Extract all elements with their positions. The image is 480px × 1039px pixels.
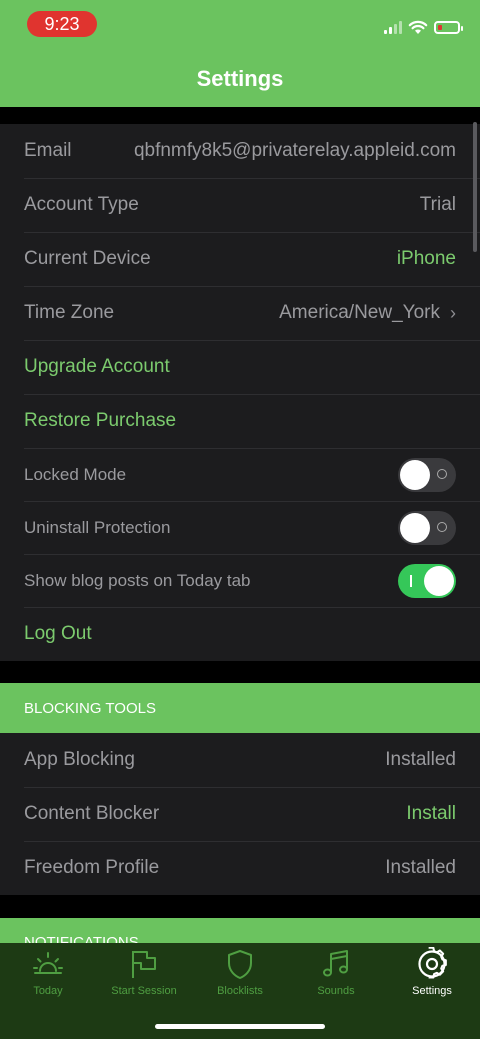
restore-purchase-button[interactable]: Restore Purchase [0,394,480,448]
content-blocker-row[interactable]: Content Blocker Install [0,787,480,841]
locked-mode-label: Locked Mode [24,464,127,484]
account-type-value: Trial [419,194,456,215]
status-time: 9:23 [27,11,97,37]
app-blocking-value: Installed [385,749,456,770]
wifi-icon [408,20,428,34]
time-zone-row[interactable]: Time Zone America/New_York › [0,286,480,340]
log-out-button[interactable]: Log Out [0,607,480,661]
locked-mode-toggle[interactable] [398,457,456,492]
tab-start-session-label: Start Session [111,985,177,997]
status-icons [384,18,463,36]
uninstall-protection-row: Uninstall Protection [0,501,480,554]
time-zone-label: Time Zone [24,302,115,323]
sunrise-icon [33,952,63,974]
locked-mode-row: Locked Mode [0,448,480,501]
content-blocker-label: Content Blocker [24,803,160,824]
upgrade-account-label: Upgrade Account [24,356,170,377]
page-title: Settings [196,66,284,91]
gear-icon [418,947,447,979]
tab-today[interactable]: Today [0,947,96,997]
account-type-row: Account Type Trial [0,178,480,232]
uninstall-protection-label: Uninstall Protection [24,517,171,537]
freedom-profile-value: Installed [385,857,456,878]
tab-settings[interactable]: Settings [384,947,480,997]
app-blocking-row[interactable]: App Blocking Installed [0,733,480,787]
restore-purchase-label: Restore Purchase [24,410,177,431]
music-note-icon [323,950,348,977]
tab-blocklists-label: Blocklists [217,985,263,997]
app-blocking-label: App Blocking [24,749,135,770]
blog-posts-toggle[interactable] [398,563,456,598]
email-row: Email qbfnmfy8k5@privaterelay.appleid.co… [0,124,480,178]
blocking-tools-header: BLOCKING TOOLS [0,683,480,733]
current-device-value: iPhone [396,248,456,269]
email-label: Email [24,140,72,161]
flag-icon [132,951,156,978]
battery-icon [434,20,463,34]
uninstall-protection-toggle[interactable] [398,510,456,545]
account-section: Email qbfnmfy8k5@privaterelay.appleid.co… [0,124,480,661]
tab-settings-label: Settings [412,985,452,997]
freedom-profile-label: Freedom Profile [24,857,160,878]
shield-icon [228,950,252,979]
log-out-label: Log Out [24,623,92,644]
current-device-label: Current Device [24,248,151,269]
chevron-right-icon: › [450,302,456,323]
time-zone-value: America/New_York [279,302,440,323]
blocking-tools-section: App Blocking Installed Content Blocker I… [0,733,480,895]
current-device-row: Current Device iPhone [0,232,480,286]
tab-sounds-label: Sounds [317,985,355,997]
home-indicator[interactable] [155,1024,325,1029]
email-value: qbfnmfy8k5@privaterelay.appleid.com [133,140,456,161]
cellular-signal-icon [384,20,402,34]
upgrade-account-button[interactable]: Upgrade Account [0,340,480,394]
content-blocker-install-button[interactable]: Install [406,803,456,825]
account-type-label: Account Type [24,194,139,215]
tab-blocklists[interactable]: Blocklists [192,947,288,997]
tab-start-session[interactable]: Start Session [96,947,192,997]
blog-posts-row: Show blog posts on Today tab [0,554,480,607]
tab-today-label: Today [33,985,63,997]
header-bar: 9:23 Settings [0,0,480,107]
freedom-profile-row[interactable]: Freedom Profile Installed [0,841,480,895]
tab-sounds[interactable]: Sounds [288,947,384,997]
scrollbar[interactable] [473,122,477,252]
blog-posts-label: Show blog posts on Today tab [24,570,251,590]
